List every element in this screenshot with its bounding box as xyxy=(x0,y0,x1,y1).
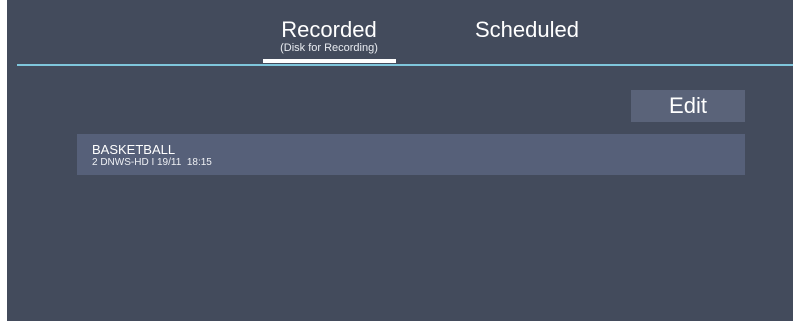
recording-list-item[interactable]: BASKETBALL 2 DNWS-HD I 19/11 18:15 xyxy=(77,134,745,175)
tab-bar: Recorded (Disk for Recording) Scheduled xyxy=(7,0,793,67)
tab-scheduled[interactable]: Scheduled xyxy=(447,18,607,42)
recording-details: 2 DNWS-HD I 19/11 18:15 xyxy=(92,157,212,168)
tab-recorded-sublabel: (Disk for Recording) xyxy=(280,42,378,54)
tab-recorded-label: Recorded xyxy=(281,17,377,42)
tab-scheduled-label: Scheduled xyxy=(475,17,579,42)
recordings-screen: Recorded (Disk for Recording) Scheduled … xyxy=(7,0,793,321)
edit-button[interactable]: Edit xyxy=(631,90,745,122)
recording-title: BASKETBALL xyxy=(92,142,176,157)
tab-divider-line xyxy=(17,64,793,66)
tab-recorded[interactable]: Recorded (Disk for Recording) xyxy=(260,18,398,55)
active-tab-indicator xyxy=(263,59,396,63)
